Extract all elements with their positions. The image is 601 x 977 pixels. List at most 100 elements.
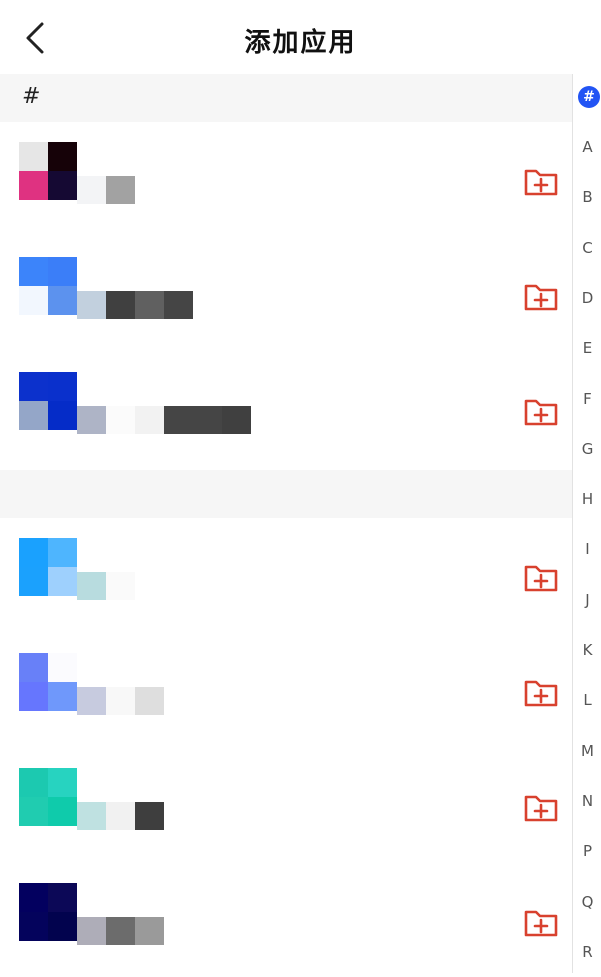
icon-pixel: [48, 142, 77, 171]
name-pixel: [106, 406, 135, 434]
name-pixel: [77, 687, 106, 715]
section-label: #: [22, 84, 41, 109]
icon-pixel: [19, 768, 48, 797]
icon-pixel: [19, 883, 48, 912]
add-folder-icon[interactable]: [522, 677, 560, 709]
add-folder-icon[interactable]: [522, 907, 560, 939]
name-pixel: [222, 406, 251, 434]
name-pixel: [164, 291, 193, 319]
icon-pixel: [48, 286, 77, 315]
app-icon: [19, 653, 77, 711]
icon-pixel: [48, 768, 77, 797]
index-letter-q[interactable]: Q: [573, 893, 601, 911]
app-name-redacted: [77, 406, 251, 434]
app-name-redacted: [77, 802, 164, 830]
index-letter-r[interactable]: R: [573, 943, 601, 961]
index-letter-k[interactable]: K: [573, 641, 601, 659]
icon-pixel: [19, 372, 48, 401]
app-name-redacted: [77, 176, 135, 204]
add-folder-icon[interactable]: [522, 281, 560, 313]
app-list-item[interactable]: [0, 633, 572, 747]
icon-pixel: [48, 372, 77, 401]
index-letter-i[interactable]: I: [573, 540, 601, 558]
index-letter-l[interactable]: L: [573, 691, 601, 709]
icon-pixel: [19, 401, 48, 430]
name-pixel: [135, 291, 164, 319]
app-list-item[interactable]: [0, 237, 572, 351]
app-list-item[interactable]: [0, 863, 572, 977]
icon-pixel: [48, 538, 77, 567]
index-letter-h[interactable]: H: [573, 490, 601, 508]
icon-pixel: [19, 171, 48, 200]
name-pixel: [77, 176, 106, 204]
app-list-item[interactable]: [0, 748, 572, 862]
section-header-hash: #: [0, 74, 572, 122]
icon-pixel: [19, 653, 48, 682]
icon-pixel: [19, 257, 48, 286]
section-header-blank: [0, 470, 572, 518]
app-icon: [19, 538, 77, 596]
icon-pixel: [19, 286, 48, 315]
app-list-item[interactable]: [0, 122, 572, 236]
add-folder-icon[interactable]: [522, 792, 560, 824]
add-folder-icon[interactable]: [522, 166, 560, 198]
icon-pixel: [48, 883, 77, 912]
app-icon: [19, 768, 77, 826]
name-pixel: [106, 291, 135, 319]
name-pixel: [106, 572, 135, 600]
index-letter-f[interactable]: F: [573, 390, 601, 408]
name-pixel: [106, 917, 135, 945]
icon-pixel: [19, 912, 48, 941]
page-title: 添加应用: [244, 28, 357, 58]
name-pixel: [77, 917, 106, 945]
name-pixel: [164, 406, 193, 434]
index-letter-n[interactable]: N: [573, 792, 601, 810]
name-pixel: [77, 802, 106, 830]
index-letter-a[interactable]: A: [573, 138, 601, 156]
icon-pixel: [48, 567, 77, 596]
index-letter-p[interactable]: P: [573, 842, 601, 860]
icon-pixel: [48, 797, 77, 826]
index-letter-c[interactable]: C: [573, 239, 601, 257]
app-name-redacted: [77, 291, 193, 319]
index-active-hash[interactable]: #: [578, 86, 600, 108]
index-letter-m[interactable]: M: [573, 742, 601, 760]
icon-pixel: [19, 682, 48, 711]
app-name-redacted: [77, 572, 135, 600]
app-icon: [19, 142, 77, 200]
name-pixel: [135, 802, 164, 830]
index-letter-d[interactable]: D: [573, 289, 601, 307]
app-icon: [19, 372, 77, 430]
index-letter-j[interactable]: J: [573, 591, 601, 609]
icon-pixel: [19, 797, 48, 826]
alphabet-index-bar[interactable]: # A B C D E F G H I J K L M N P Q R: [572, 74, 601, 973]
app-name-redacted: [77, 687, 164, 715]
name-pixel: [106, 176, 135, 204]
index-letter-g[interactable]: G: [573, 440, 601, 458]
add-folder-icon[interactable]: [522, 396, 560, 428]
app-list-item[interactable]: [0, 352, 572, 466]
icon-pixel: [48, 653, 77, 682]
index-letter-e[interactable]: E: [573, 339, 601, 357]
app-icon: [19, 883, 77, 941]
app-icon: [19, 257, 77, 315]
name-pixel: [135, 917, 164, 945]
icon-pixel: [19, 567, 48, 596]
name-pixel: [106, 802, 135, 830]
icon-pixel: [48, 401, 77, 430]
app-list-item[interactable]: [0, 518, 572, 632]
name-pixel: [135, 406, 164, 434]
icon-pixel: [48, 257, 77, 286]
name-pixel: [77, 291, 106, 319]
icon-pixel: [48, 171, 77, 200]
name-pixel: [135, 687, 164, 715]
icon-pixel: [48, 912, 77, 941]
add-folder-icon[interactable]: [522, 562, 560, 594]
icon-pixel: [19, 538, 48, 567]
top-bar: 添加应用: [0, 0, 601, 74]
icon-pixel: [48, 682, 77, 711]
name-pixel: [77, 406, 106, 434]
name-pixel: [77, 572, 106, 600]
index-letter-b[interactable]: B: [573, 188, 601, 206]
icon-pixel: [19, 142, 48, 171]
